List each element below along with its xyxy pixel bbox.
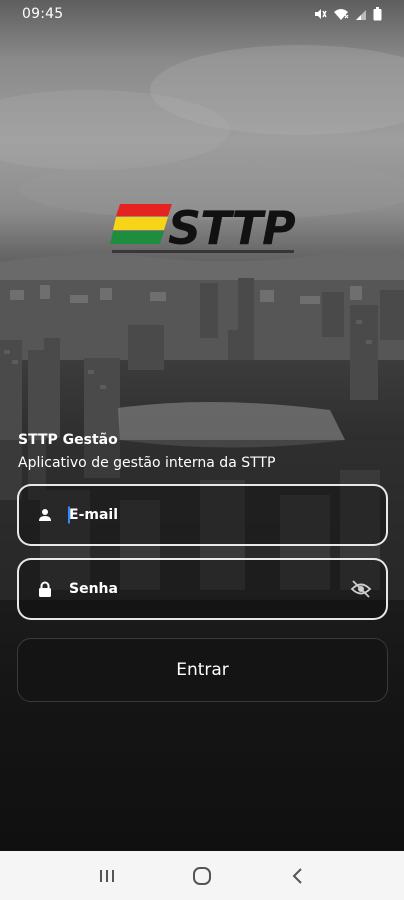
email-field[interactable]: E-mail [17,484,388,546]
mute-icon [313,7,327,21]
email-placeholder: E-mail [69,507,119,523]
app-subtitle: Aplicativo de gestão interna da STTP [18,455,276,471]
password-placeholder: Senha [69,581,118,597]
status-bar: 09:45 [0,0,404,28]
lock-icon [37,581,53,597]
svg-text:STTP: STTP [168,201,296,255]
eye-off-icon[interactable] [350,578,372,600]
system-nav-bar [0,851,404,900]
city-skyline-image [0,45,404,600]
person-icon [37,507,53,523]
status-icons [313,7,382,21]
login-button[interactable]: Entrar [17,638,388,702]
sttp-logo: STTP [110,200,297,258]
login-screen: 09:45 STTP STTP Gestão Aplicativo de ges… [0,0,404,900]
wifi-icon [333,7,349,21]
signal-icon [355,7,367,21]
recent-apps-icon[interactable] [87,856,127,896]
password-field[interactable]: Senha [17,558,388,620]
back-icon[interactable] [277,856,317,896]
status-time: 09:45 [22,6,64,22]
city-background [0,0,404,900]
battery-icon [373,7,382,21]
app-title: STTP Gestão [18,432,118,448]
home-icon[interactable] [182,856,222,896]
